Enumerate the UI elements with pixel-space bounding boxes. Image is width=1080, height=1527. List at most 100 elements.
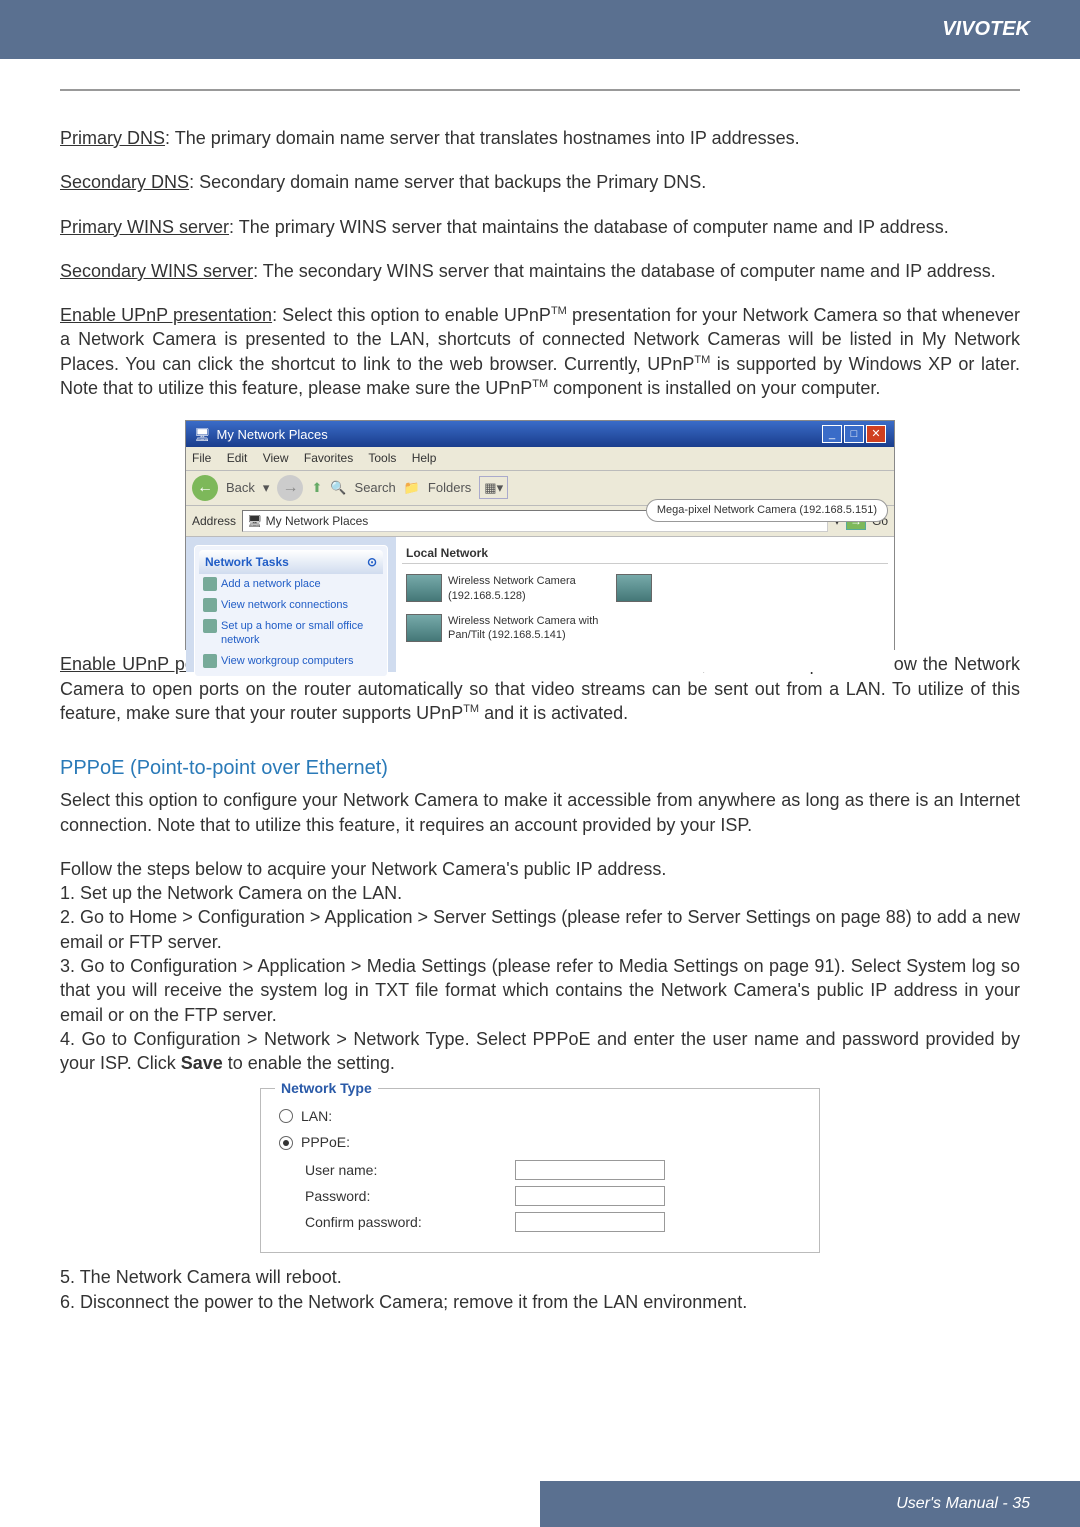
item1-line2: (192.168.5.128) <box>448 589 576 604</box>
para-secondary-wins: Secondary WINS server: The secondary WIN… <box>60 259 1020 283</box>
sidebar-item-workgroup[interactable]: View workgroup computers <box>199 651 383 672</box>
radio-pppoe[interactable] <box>279 1136 293 1150</box>
callout: Mega-pixel Network Camera (192.168.5.151… <box>646 499 888 522</box>
step-3: 3. Go to Configuration > Application > M… <box>60 954 1020 1027</box>
para-primary-wins: Primary WINS server: The primary WINS se… <box>60 215 1020 239</box>
radio-lan-label: LAN: <box>301 1107 332 1126</box>
sidebar-item-add[interactable]: Add a network place <box>199 574 383 595</box>
label-password: Password: <box>305 1187 515 1206</box>
sidebar-item-setup[interactable]: Set up a home or small office network <box>199 616 383 652</box>
input-confirm[interactable] <box>515 1212 665 1232</box>
folders-icon[interactable]: 📁 <box>404 479 420 497</box>
window-buttons: _ □ ✕ <box>822 425 886 443</box>
pppoe-follow: Follow the steps below to acquire your N… <box>60 857 1020 881</box>
back-icon[interactable]: ← <box>192 475 218 501</box>
tm1: TM <box>551 305 567 317</box>
address-icon: 🖥 <box>247 514 266 528</box>
window-titlebar: 🖥 My Network Places _ □ ✕ <box>186 421 894 447</box>
header-brand: VIVOTEK <box>0 0 1080 59</box>
page: VIVOTEK Primary DNS: The primary domain … <box>0 0 1080 1527</box>
text-secondary-wins: : The secondary WINS server that maintai… <box>253 261 996 281</box>
search-label: Search <box>355 479 396 497</box>
tm4: TM <box>463 703 479 715</box>
radio-pppoe-label: PPPoE: <box>301 1133 350 1152</box>
pppoe-steps: Follow the steps below to acquire your N… <box>60 857 1020 1076</box>
field-password: Password: <box>305 1186 801 1206</box>
text-primary-wins: : The primary WINS server that maintains… <box>229 217 949 237</box>
sidebar: Network Tasks ⊙ Add a network place View… <box>186 537 396 672</box>
item2-line2: Pan/Tilt (192.168.5.141) <box>448 628 598 643</box>
text-secondary-dns: : Secondary domain name server that back… <box>189 172 706 192</box>
fieldset-legend: Network Type <box>275 1079 378 1098</box>
items-row-2: Wireless Network Camera with Pan/Tilt (1… <box>402 614 888 654</box>
camera-icon <box>616 574 652 602</box>
menu-tools[interactable]: Tools <box>368 451 396 465</box>
sidebar-title-text: Network Tasks <box>205 554 289 570</box>
explorer-body: Network Tasks ⊙ Add a network place View… <box>186 537 894 672</box>
tm3: TM <box>532 378 548 390</box>
up-icon[interactable]: ⬆ <box>311 479 322 497</box>
item2-line1: Wireless Network Camera with <box>448 614 598 629</box>
back-label: Back <box>226 479 255 497</box>
explorer-content: Local Network Wireless Network Camera (1… <box>396 537 894 672</box>
text-upnp-p4: component is installed on your computer. <box>548 378 880 398</box>
text-upnp-p1: : Select this option to enable UPnP <box>272 305 551 325</box>
folders-label: Folders <box>428 479 471 497</box>
content-header: Local Network <box>402 543 888 564</box>
views-icon[interactable]: ▦▾ <box>479 476 508 500</box>
para-secondary-dns: Secondary DNS: Secondary domain name ser… <box>60 170 1020 194</box>
network-item-2[interactable]: Wireless Network Camera with Pan/Tilt (1… <box>406 614 606 644</box>
step-6: 6. Disconnect the power to the Network C… <box>60 1290 1020 1314</box>
step-5: 5. The Network Camera will reboot. <box>60 1265 1020 1289</box>
maximize-button[interactable]: □ <box>844 425 864 443</box>
text-upnp-port2: and it is activated. <box>479 703 628 723</box>
tm2: TM <box>694 354 710 366</box>
search-icon[interactable]: 🔍 <box>330 479 346 497</box>
pppoe-heading: PPPoE (Point-to-point over Ethernet) <box>60 755 1020 782</box>
para-upnp-presentation: Enable UPnP presentation: Select this op… <box>60 303 1020 400</box>
radio-pppoe-row[interactable]: PPPoE: <box>279 1133 801 1152</box>
para-primary-dns: Primary DNS: The primary domain name ser… <box>60 126 1020 150</box>
address-label: Address <box>192 513 236 529</box>
footer: User's Manual - 35 <box>540 1481 1080 1527</box>
input-password[interactable] <box>515 1186 665 1206</box>
items-row: Wireless Network Camera (192.168.5.128) <box>402 564 888 614</box>
label-confirm: Confirm password: <box>305 1213 515 1232</box>
network-item-1[interactable]: Wireless Network Camera (192.168.5.128) <box>406 574 606 604</box>
sidebar-title: Network Tasks ⊙ <box>199 550 383 574</box>
close-button[interactable]: ✕ <box>866 425 886 443</box>
titlebar-text: 🖥 My Network Places <box>194 426 328 444</box>
input-username[interactable] <box>515 1160 665 1180</box>
menu-favorites[interactable]: Favorites <box>304 451 353 465</box>
term-upnp-presentation: Enable UPnP presentation <box>60 305 272 325</box>
radio-lan[interactable] <box>279 1109 293 1123</box>
text-primary-dns: : The primary domain name server that tr… <box>165 128 800 148</box>
item1-line1: Wireless Network Camera <box>448 574 576 589</box>
term-secondary-dns: Secondary DNS <box>60 172 189 192</box>
explorer-icon: 🖥 <box>194 426 211 444</box>
step-2: 2. Go to Home > Configuration > Applicat… <box>60 905 1020 954</box>
sidebar-tasks: Network Tasks ⊙ Add a network place View… <box>194 545 388 677</box>
menu-view[interactable]: View <box>263 451 289 465</box>
sidebar-item-connections[interactable]: View network connections <box>199 595 383 616</box>
field-confirm: Confirm password: <box>305 1212 801 1232</box>
pppoe-intro: Select this option to configure your Net… <box>60 788 1020 837</box>
main-content: Primary DNS: The primary domain name ser… <box>0 59 1080 1324</box>
menu-edit[interactable]: Edit <box>227 451 248 465</box>
term-secondary-wins: Secondary WINS server <box>60 261 253 281</box>
label-username: User name: <box>305 1161 515 1180</box>
screenshot-network-type: Network Type LAN: PPPoE: User name: Pass… <box>260 1088 820 1254</box>
step-4: 4. Go to Configuration > Network > Netwo… <box>60 1027 1020 1076</box>
camera-icon <box>406 614 442 642</box>
term-primary-dns: Primary DNS <box>60 128 165 148</box>
collapse-icon[interactable]: ⊙ <box>367 554 377 570</box>
screenshot-network-places: 🖥 My Network Places _ □ ✕ File Edit View… <box>185 420 895 650</box>
menu-file[interactable]: File <box>192 451 211 465</box>
network-item-callout-target[interactable] <box>616 574 816 604</box>
field-username: User name: <box>305 1160 801 1180</box>
minimize-button[interactable]: _ <box>822 425 842 443</box>
menu-help[interactable]: Help <box>412 451 437 465</box>
forward-icon[interactable]: → <box>277 475 303 501</box>
step-1: 1. Set up the Network Camera on the LAN. <box>60 881 1020 905</box>
radio-lan-row[interactable]: LAN: <box>279 1107 801 1126</box>
